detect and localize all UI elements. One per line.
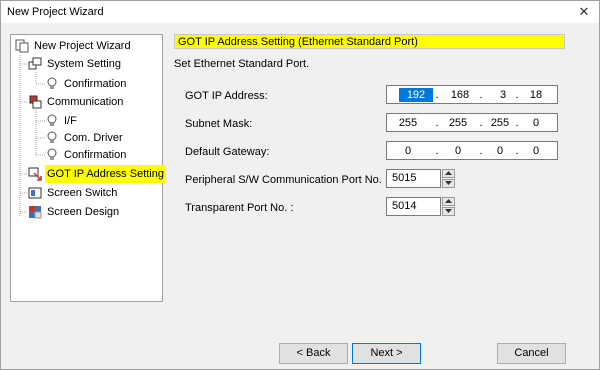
next-button[interactable]: Next > [352,343,421,364]
wizard-window: New Project Wizard ✕ New Project Wizard … [0,0,600,370]
default-gateway-label: Default Gateway: [185,146,270,158]
ip-separator: . [435,145,439,157]
close-icon: ✕ [578,4,590,19]
ip-octet-2[interactable]: 168 [443,88,477,102]
gateway-octet-3[interactable]: 0 [483,144,517,158]
subnet-octet-2[interactable]: 255 [441,116,475,130]
screen-switch-icon [28,187,42,199]
transparent-port-increment-button[interactable] [442,197,455,206]
arrow-up-icon [445,199,452,203]
cancel-button[interactable]: Cancel [497,343,566,364]
title-bar: New Project Wizard ✕ [1,1,599,23]
ip-octet-4[interactable]: 18 [519,88,553,102]
peripheral-port-increment-button[interactable] [442,169,455,178]
system-setting-icon [28,57,42,70]
communication-icon [29,95,42,109]
transparent-port-input[interactable]: 5014 [386,197,441,216]
lightbulb-icon [47,77,57,89]
got-ip-icon [28,167,42,181]
window-title: New Project Wizard [7,6,104,18]
ip-separator: . [435,117,439,129]
subnet-mask-field[interactable]: 255 . 255 . 255 . 0 [386,113,558,132]
wizard-step-tree: New Project Wizard System Setting Confir… [10,34,166,302]
lightbulb-icon [47,131,57,143]
ip-separator: . [435,89,439,101]
panel-subtitle: Set Ethernet Standard Port. [174,58,310,70]
subnet-octet-3[interactable]: 255 [483,116,517,130]
arrow-up-icon [445,171,452,175]
arrow-down-icon [445,181,452,185]
arrow-down-icon [445,209,452,213]
got-ip-address-label: GOT IP Address: [185,90,268,102]
screen-design-icon [29,206,42,219]
transparent-port-stepper[interactable]: 5014 [386,197,456,216]
wizard-icon [15,39,29,53]
panel-header: GOT IP Address Setting (Ethernet Standar… [174,34,565,49]
close-button[interactable]: ✕ [569,1,599,23]
got-ip-address-field[interactable]: 192 . 168 . 3 . 18 [386,85,558,104]
back-button[interactable]: < Back [279,343,348,364]
ip-separator: . [479,89,483,101]
subnet-mask-label: Subnet Mask: [185,118,253,130]
peripheral-port-input[interactable]: 5015 [386,169,441,188]
gateway-octet-2[interactable]: 0 [441,144,475,158]
default-gateway-field[interactable]: 0 . 0 . 0 . 0 [386,141,558,160]
gateway-octet-4[interactable]: 0 [519,144,553,158]
transparent-port-decrement-button[interactable] [442,207,455,216]
lightbulb-icon [47,114,57,126]
ip-octet-1[interactable]: 192 [399,88,433,102]
peripheral-port-stepper[interactable]: 5015 [386,169,456,188]
peripheral-port-label: Peripheral S/W Communication Port No. : [185,174,388,186]
subnet-octet-1[interactable]: 255 [391,116,425,130]
peripheral-port-decrement-button[interactable] [442,179,455,188]
lightbulb-icon [47,148,57,160]
subnet-octet-4[interactable]: 0 [519,116,553,130]
transparent-port-label: Transparent Port No. : [185,202,294,214]
gateway-octet-1[interactable]: 0 [391,144,425,158]
